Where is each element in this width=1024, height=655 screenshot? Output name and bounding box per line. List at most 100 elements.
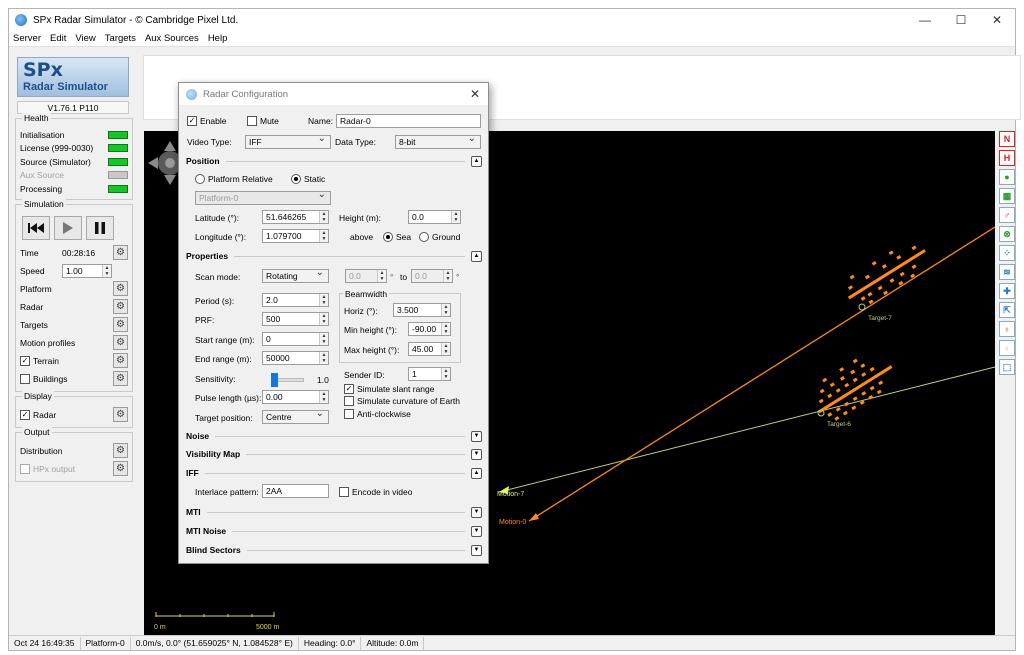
targets-settings-button[interactable]: ⚙ (113, 317, 128, 332)
max-height-input[interactable]: 45.00 ▲ ▼ (408, 342, 451, 356)
sea-radio[interactable] (383, 232, 393, 242)
sensitivity-slider[interactable] (271, 373, 304, 387)
slant-range-checkbox[interactable]: ✓ (344, 384, 354, 394)
longitude-input[interactable]: 1.079700 ▲ ▼ (262, 229, 329, 243)
display-radar-settings-button[interactable]: ⚙ (113, 407, 128, 422)
blind-sectors-section[interactable]: Blind Sectors ▼ (186, 544, 482, 556)
display-radar-checkbox[interactable]: ✓ (20, 409, 30, 420)
end-range-label: End range (m): (195, 354, 252, 364)
minimize-icon[interactable]: — (907, 13, 943, 27)
sensitivity-slider-thumb[interactable] (271, 373, 278, 387)
mti-expand-toggle[interactable]: ▼ (471, 506, 482, 518)
sender-id-input[interactable]: 1 ▲ ▼ (408, 367, 451, 381)
end-range-input[interactable]: 50000 ▲ ▼ (262, 351, 329, 365)
menu-view[interactable]: View (75, 33, 95, 44)
visibility-map-section[interactable]: Visibility Map ▼ (186, 448, 482, 460)
menu-help[interactable]: Help (208, 33, 228, 44)
buildings-checkbox[interactable] (20, 373, 30, 384)
rewind-icon (28, 222, 44, 233)
menu-aux-sources[interactable]: Aux Sources (145, 33, 199, 44)
interlace-input[interactable]: 2AA (262, 484, 329, 498)
position-collapse-toggle[interactable]: ▲ (471, 155, 482, 167)
scatter-icon[interactable]: ⁘ (999, 245, 1015, 261)
target-position-select[interactable]: Centre (262, 408, 329, 424)
pause-button[interactable] (86, 215, 114, 240)
dialog-close-icon[interactable]: ✕ (470, 87, 480, 101)
visibility-expand-toggle[interactable]: ▼ (471, 448, 482, 460)
north-up-icon[interactable]: N (999, 131, 1015, 147)
blind-sectors-expand-toggle[interactable]: ▼ (471, 544, 482, 556)
noise-expand-toggle[interactable]: ▼ (471, 430, 482, 442)
platform-relative-radio[interactable] (195, 174, 205, 184)
health-row: Initialisation (20, 128, 128, 142)
buildings-settings-button[interactable]: ⚙ (113, 371, 128, 386)
time-settings-button[interactable]: ⚙ (113, 245, 128, 260)
motion-profiles-settings-button[interactable]: ⚙ (113, 335, 128, 350)
grid-icon[interactable]: ▦ (999, 188, 1015, 204)
globe-icon[interactable]: ● (999, 169, 1015, 185)
terrain-settings-button[interactable]: ⚙ (113, 353, 128, 368)
status-indicator (108, 157, 128, 166)
iff-section[interactable]: IFF ▲ (186, 467, 482, 479)
probe-disabled-icon[interactable]: ♁ (999, 340, 1015, 356)
min-height-input[interactable]: -90.00 ▲ ▼ (408, 322, 451, 336)
crosshair-icon[interactable]: ⊗ (999, 226, 1015, 242)
mti-noise-expand-toggle[interactable]: ▼ (471, 525, 482, 537)
noise-section[interactable]: Noise ▼ (186, 430, 482, 442)
anticlockwise-checkbox[interactable] (344, 409, 354, 419)
platform-settings-button[interactable]: ⚙ (113, 281, 128, 296)
pulse-length-input[interactable]: 0.00 ▲ ▼ (262, 390, 329, 404)
horiz-input[interactable]: 3.500 ▲ ▼ (393, 303, 451, 317)
latitude-input[interactable]: 51.646265 ▲ ▼ (262, 210, 329, 224)
probe-icon[interactable]: ♁ (999, 321, 1015, 337)
scan-mode-select[interactable]: Rotating (262, 267, 329, 283)
sector-to-input[interactable]: 0.0 ▲ ▼ (411, 269, 453, 283)
period-label: Period (s): (195, 296, 235, 306)
title-bar: SPx Radar Simulator - © Cambridge Pixel … (9, 9, 1015, 31)
latitude-label: Latitude (°): (195, 213, 240, 223)
status-altitude: Altitude: 0.0m (361, 636, 425, 650)
simulation-title: Simulation (22, 198, 66, 209)
period-input[interactable]: 2.0 ▲ ▼ (262, 293, 329, 307)
iff-collapse-toggle[interactable]: ▲ (471, 467, 482, 479)
hpx-output-checkbox[interactable] (20, 463, 30, 474)
mti-noise-section[interactable]: MTI Noise ▼ (186, 525, 482, 537)
rewind-button[interactable] (22, 215, 50, 240)
cross-icon[interactable]: ✚ (999, 283, 1015, 299)
ground-radio[interactable] (419, 232, 429, 242)
maximize-icon[interactable]: ☐ (943, 13, 979, 27)
curvature-checkbox[interactable] (344, 396, 354, 406)
sector-from-input[interactable]: 0.0 ▲ ▼ (345, 269, 387, 283)
data-type-select[interactable]: 8-bit (395, 133, 481, 149)
menu-server[interactable]: Server (13, 33, 41, 44)
enable-checkbox[interactable]: ✓ (187, 116, 197, 126)
properties-collapse-toggle[interactable]: ▲ (471, 250, 482, 262)
menu-targets[interactable]: Targets (105, 33, 136, 44)
heading-up-icon[interactable]: H (999, 150, 1015, 166)
mute-checkbox[interactable] (247, 116, 257, 126)
pin-icon[interactable]: ♂ (999, 207, 1015, 223)
radar-settings-button[interactable]: ⚙ (113, 299, 128, 314)
prf-input[interactable]: 500 ▲ ▼ (262, 312, 329, 326)
signal-icon[interactable]: ≋ (999, 264, 1015, 280)
video-type-select[interactable]: IFF (245, 133, 331, 149)
play-button[interactable] (54, 215, 82, 240)
hpx-settings-button[interactable]: ⚙ (113, 461, 128, 476)
dialog-title-bar: Radar Configuration ✕ (179, 83, 488, 105)
terrain-checkbox[interactable]: ✓ (20, 355, 30, 366)
name-input[interactable]: Radar-0 (336, 114, 481, 128)
encode-video-checkbox[interactable] (339, 487, 349, 497)
fit-view-icon[interactable]: ⬚ (999, 359, 1015, 375)
height-input[interactable]: 0.0 ▲ ▼ (408, 210, 461, 224)
mti-section[interactable]: MTI ▼ (186, 506, 482, 518)
sensitivity-label: Sensitivity: (195, 374, 236, 384)
static-radio[interactable] (291, 174, 301, 184)
close-icon[interactable]: ✕ (979, 13, 1015, 27)
speed-spinbox[interactable]: 1.00 ▲ ▼ (62, 263, 112, 278)
prf-label: PRF: (195, 315, 215, 325)
menu-edit[interactable]: Edit (50, 33, 66, 44)
platform-select[interactable]: Platform-0 (195, 189, 331, 205)
distribution-settings-button[interactable]: ⚙ (113, 443, 128, 458)
start-range-input[interactable]: 0 ▲ ▼ (262, 332, 329, 346)
select-icon[interactable]: ⇱ (999, 302, 1015, 318)
